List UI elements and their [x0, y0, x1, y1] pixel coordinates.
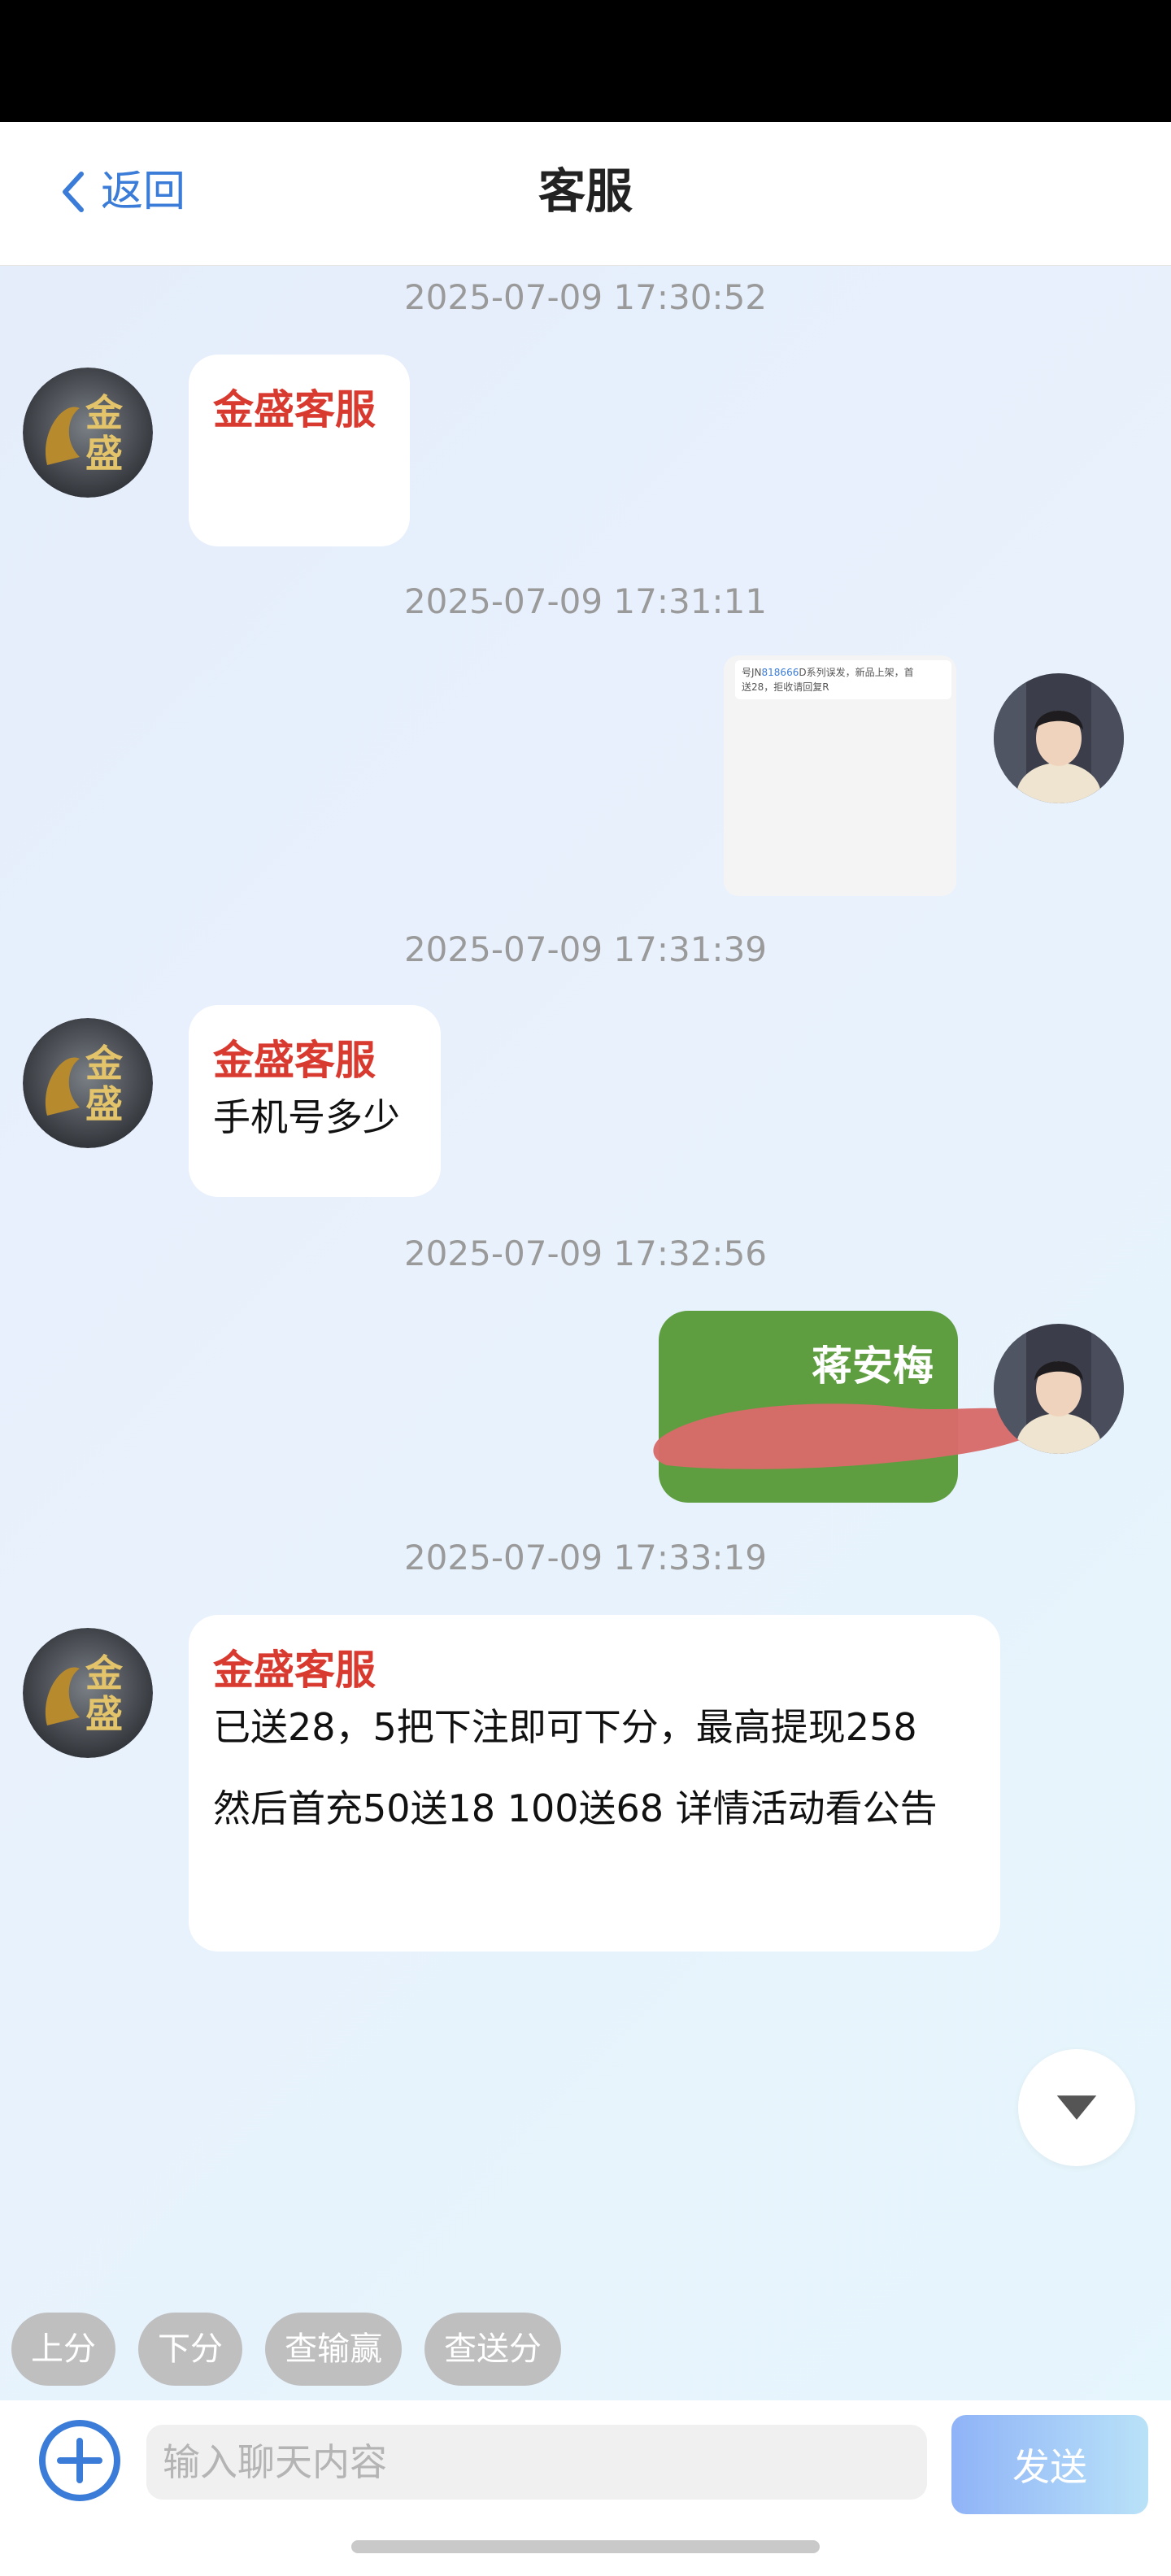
image-message[interactable]: 号JN818666D系列误发，新品上架，首 送28，拒收请回复R — [724, 655, 956, 896]
send-button[interactable]: 发送 — [951, 2415, 1148, 2514]
agent-message-bubble: 金盛客服 已送28，5把下注即可下分，最高提现258 然后首充50送18 100… — [189, 1615, 1000, 1952]
message-timestamp: 2025-07-09 17:32:56 — [403, 1234, 768, 1273]
avatar-char-top: 金 — [85, 1651, 124, 1695]
agent-avatar[interactable]: 金 盛 — [23, 368, 153, 498]
agent-avatar[interactable]: 金 盛 — [23, 1628, 153, 1758]
sender-name: 金盛客服 — [213, 1037, 376, 1084]
home-indicator — [351, 2540, 820, 2553]
sender-name: 金盛客服 — [213, 386, 376, 433]
page-title: 客服 — [538, 163, 633, 219]
chevron-down-icon — [1056, 2095, 1097, 2120]
status-bar — [0, 0, 1171, 122]
message-text: 手机号多少 — [213, 1095, 400, 1139]
plus-circle-icon[interactable] — [37, 2418, 122, 2503]
avatar-char-bottom: 盛 — [85, 1692, 123, 1736]
message-timestamp: 2025-07-09 17:30:52 — [403, 277, 768, 317]
nav-bar: 返回 客服 — [0, 122, 1171, 266]
avatar-char-top: 金 — [85, 391, 124, 435]
avatar-char-bottom: 盛 — [85, 1082, 123, 1126]
quick-action-check-winloss[interactable]: 查输赢 — [265, 2313, 402, 2386]
composer-bar: 发送 — [0, 2400, 1171, 2576]
quick-action-check-bonus[interactable]: 查送分 — [424, 2313, 561, 2386]
user-avatar[interactable] — [994, 1324, 1124, 1454]
quick-action-deposit[interactable]: 上分 — [11, 2313, 115, 2386]
image-message-content: 号JN818666D系列误发，新品上架，首 送28，拒收请回复R — [735, 660, 951, 699]
message-input[interactable] — [146, 2425, 927, 2500]
message-text: 然后首充50送18 100送68 详情活动看公告 — [213, 1786, 938, 1830]
message-timestamp: 2025-07-09 17:33:19 — [403, 1538, 768, 1577]
message-timestamp: 2025-07-09 17:31:39 — [403, 929, 768, 969]
quick-actions: 上分 下分 查输赢 查送分 — [11, 2313, 561, 2386]
message-text: 已送28，5把下注即可下分，最高提现258 — [213, 1705, 917, 1749]
avatar-char-top: 金 — [85, 1042, 124, 1086]
message-timestamp: 2025-07-09 17:31:11 — [403, 581, 768, 621]
avatar-char-bottom: 盛 — [85, 432, 123, 476]
user-avatar[interactable] — [994, 673, 1124, 803]
scroll-to-bottom-button[interactable] — [1018, 2049, 1135, 2166]
agent-message-bubble: 金盛客服 — [189, 355, 410, 546]
sender-name: 金盛客服 — [213, 1647, 376, 1694]
agent-message-bubble: 金盛客服 手机号多少 — [189, 1005, 441, 1197]
agent-avatar[interactable]: 金 盛 — [23, 1018, 153, 1148]
quick-action-withdraw[interactable]: 下分 — [138, 2313, 242, 2386]
